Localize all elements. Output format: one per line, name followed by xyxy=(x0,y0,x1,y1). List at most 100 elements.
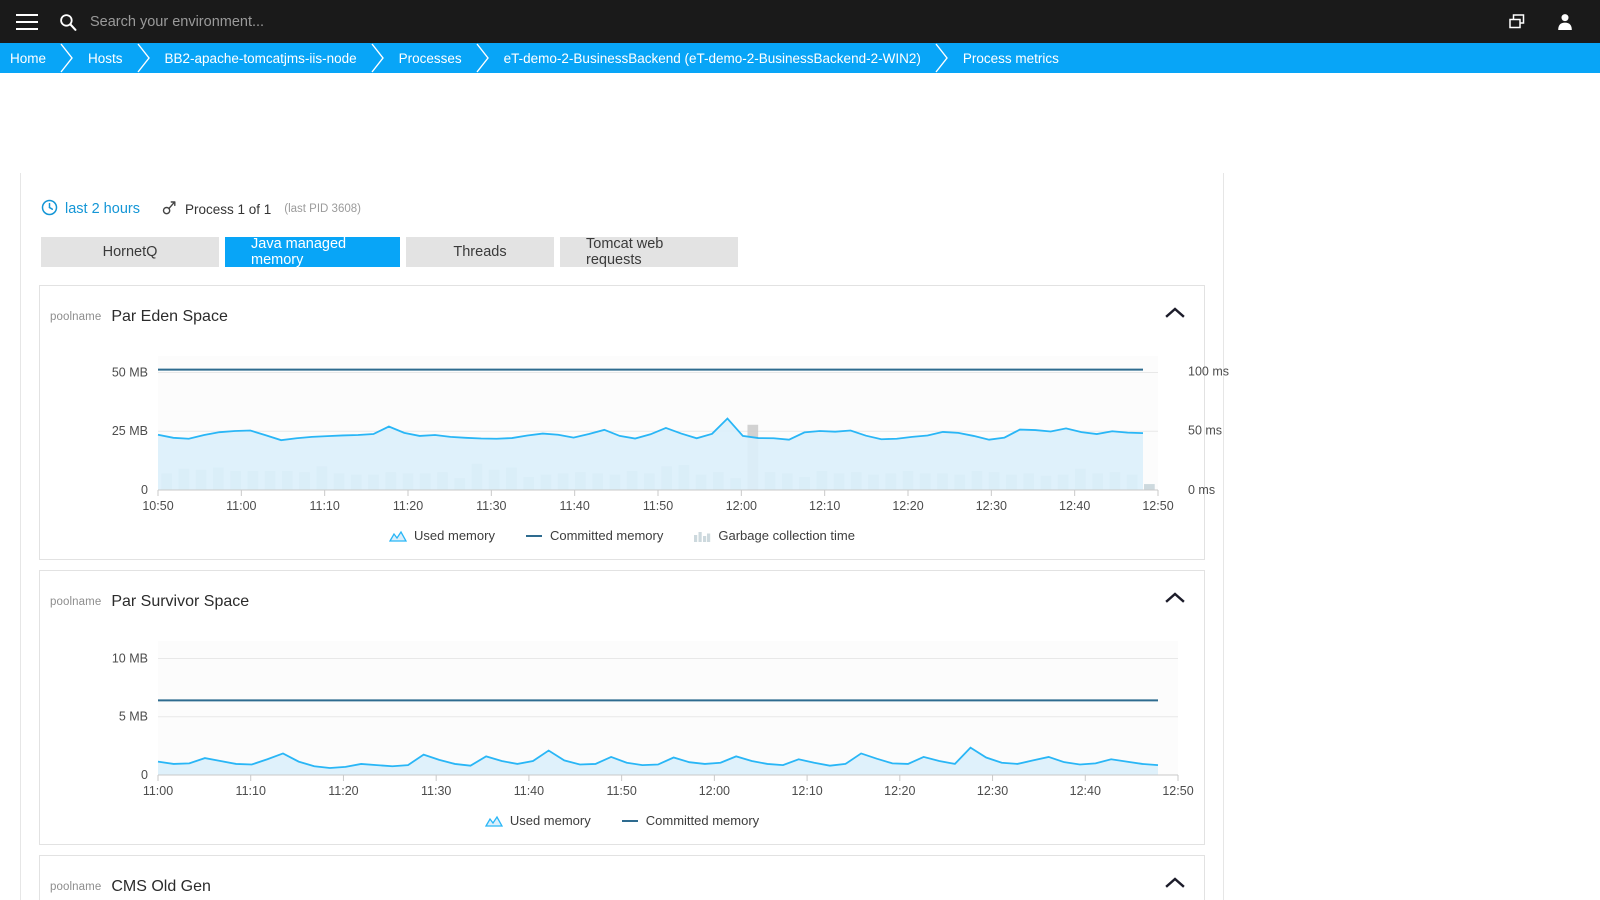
x-axis-tick: 11:30 xyxy=(421,784,451,798)
x-axis-tick: 12:00 xyxy=(699,784,730,798)
timerange-selector[interactable]: last 2 hours xyxy=(41,199,140,219)
y-axis-left-tick: 10 MB xyxy=(112,651,148,665)
poolname-label: poolname xyxy=(50,881,102,893)
process-icon xyxy=(162,200,178,219)
page-body: last 2 hours Process 1 of 1 (last PID 36… xyxy=(0,73,1600,900)
legend-item-used-memory[interactable]: Used memory xyxy=(389,528,495,543)
breadcrumb-item-1[interactable]: Home xyxy=(0,43,59,73)
y-axis-left-tick: 25 MB xyxy=(112,424,148,438)
x-axis-tick: 12:20 xyxy=(884,784,915,798)
x-axis-tick: 11:00 xyxy=(143,784,173,798)
x-axis-tick: 12:20 xyxy=(892,499,923,513)
metric-tabs: HornetQ Java managed memory Threads Tomcat … xyxy=(39,236,1205,268)
legend-label: Committed memory xyxy=(549,528,664,543)
user-avatar-icon[interactable] xyxy=(1554,11,1576,33)
legend-label: Used memory xyxy=(509,813,591,828)
process-count-label: Process 1 of 1 xyxy=(184,201,272,217)
breadcrumb-item-2[interactable]: Hosts xyxy=(75,43,136,73)
top-navigation-bar xyxy=(0,0,1600,43)
poolname-label: poolname xyxy=(50,311,102,323)
x-axis-tick: 12:50 xyxy=(1142,499,1173,513)
area-chart-icon xyxy=(484,814,503,828)
gc-time-bar xyxy=(1144,484,1155,490)
legend-item-garbage-collection-time[interactable]: Garbage collection time xyxy=(693,528,855,543)
windows-copy-icon[interactable] xyxy=(1506,11,1528,33)
x-axis-tick: 10:50 xyxy=(142,499,173,513)
legend-label: Used memory xyxy=(414,528,495,543)
chevron-up-icon[interactable] xyxy=(1164,872,1186,894)
breadcrumb-separator-icon xyxy=(370,43,386,73)
poolname-label: poolname xyxy=(50,596,102,608)
x-axis-tick: 11:40 xyxy=(559,499,589,513)
chart-par-survivor-space: 0 5 MB 10 MB 11:00 11:10 11:20 11:30 11:40 11:50… xyxy=(112,641,1194,798)
search-icon[interactable] xyxy=(58,12,78,32)
legend-item-used-memory[interactable]: Used memory xyxy=(484,813,591,828)
x-axis-tick: 12:00 xyxy=(726,499,757,513)
chart-legend: Used memory Committed memory Garbage colle… xyxy=(40,522,1204,559)
topbar-actions xyxy=(1506,11,1576,33)
x-axis-tick: 12:30 xyxy=(977,784,1008,798)
y-axis-right-tick: 100 ms xyxy=(1188,364,1229,378)
hamburger-menu-icon[interactable] xyxy=(16,13,38,30)
search-input[interactable] xyxy=(90,13,510,30)
y-axis-right-tick: 0 ms xyxy=(1188,483,1215,497)
x-axis-tick: 11:20 xyxy=(393,499,423,513)
breadcrumb-item-5[interactable]: eT-demo-2-BusinessBackend (eT-demo-2-Bus… xyxy=(491,43,934,73)
timerange-label: last 2 hours xyxy=(65,201,140,217)
x-axis-tick: 12:40 xyxy=(1059,499,1090,513)
process-pid-label: (last PID 3608) xyxy=(284,203,361,215)
chart-card-header: poolname Par Eden Space xyxy=(40,286,1204,332)
x-axis-tick: 11:50 xyxy=(643,499,673,513)
poolname-value: Par Survivor Space xyxy=(111,593,250,610)
chart-card-par-survivor-space: poolname Par Survivor Space 0 5 MB 10 MB 11:0… xyxy=(39,570,1205,845)
y-axis-left-tick: 5 MB xyxy=(119,710,148,724)
x-axis-tick: 11:40 xyxy=(514,784,544,798)
x-axis-tick: 12:30 xyxy=(976,499,1007,513)
metrics-meta-row: last 2 hours Process 1 of 1 (last PID 36… xyxy=(39,191,1205,219)
breadcrumb-separator-icon xyxy=(475,43,491,73)
legend-item-committed-memory[interactable]: Committed memory xyxy=(621,813,759,828)
chart-plot-area[interactable]: 0 25 MB 50 MB 0 ms 50 ms 100 ms 10:50 11:00 11:1… xyxy=(40,332,1229,522)
tab-tomcat-web-requests[interactable]: Tomcat web requests xyxy=(560,236,738,268)
x-axis-tick: 11:30 xyxy=(476,499,506,513)
y-axis-left-tick: 0 xyxy=(141,483,148,497)
clock-icon xyxy=(41,199,58,219)
chevron-up-icon[interactable] xyxy=(1164,302,1186,324)
process-selector[interactable]: Process 1 of 1 (last PID 3608) xyxy=(162,200,361,219)
poolname-value: Par Eden Space xyxy=(111,308,228,325)
tab-threads[interactable]: Threads xyxy=(406,237,554,267)
legend-label: Committed memory xyxy=(645,813,760,828)
legend-label: Garbage collection time xyxy=(718,528,855,543)
chevron-up-icon[interactable] xyxy=(1164,587,1186,609)
bar-chart-icon xyxy=(693,529,711,543)
content-panel: last 2 hours Process 1 of 1 (last PID 36… xyxy=(20,173,1229,900)
x-axis-tick: 12:40 xyxy=(1070,784,1101,798)
global-search xyxy=(58,12,1506,32)
x-axis-tick: 11:10 xyxy=(309,499,339,513)
breadcrumb-separator-icon xyxy=(59,43,75,73)
y-axis-left-tick: 50 MB xyxy=(112,365,148,379)
x-axis-tick: 12:10 xyxy=(791,784,822,798)
breadcrumb-separator-icon xyxy=(934,43,950,73)
y-axis-right-tick: 50 ms xyxy=(1188,424,1222,438)
poolname-value: CMS Old Gen xyxy=(111,878,211,895)
breadcrumb-item-4[interactable]: Processes xyxy=(386,43,475,73)
breadcrumb-item-3[interactable]: BB2-apache-tomcatjms-iis-node xyxy=(152,43,370,73)
line-chart-icon xyxy=(525,529,543,543)
breadcrumb-item-6: Process metrics xyxy=(962,50,1059,66)
chart-card-list: poolname Par Eden Space 0 25 MB 50 MB 0 ms 50 … xyxy=(39,285,1229,900)
tab-java-managed-memory[interactable]: Java managed memory xyxy=(225,236,400,268)
chart-plot-area[interactable]: 0 5 MB 10 MB 11:00 11:10 11:20 11:30 11:40 11:50… xyxy=(40,617,1204,807)
line-chart-icon xyxy=(621,814,639,828)
tab-hornetq[interactable]: HornetQ xyxy=(41,237,219,267)
legend-item-committed-memory[interactable]: Committed memory xyxy=(525,528,663,543)
breadcrumb: Home Hosts BB2-apache-tomcatjms-iis-node Pr… xyxy=(0,43,1600,73)
chart-card-cms-old-gen: poolname CMS Old Gen xyxy=(39,855,1205,900)
area-chart-icon xyxy=(389,529,408,543)
breadcrumb-separator-icon xyxy=(136,43,152,73)
chart-card-par-eden-space: poolname Par Eden Space 0 25 MB 50 MB 0 ms 50 … xyxy=(39,285,1229,560)
x-axis-tick: 11:10 xyxy=(236,784,266,798)
y-axis-left-tick: 0 xyxy=(141,768,148,782)
chart-card-header: poolname CMS Old Gen xyxy=(40,856,1204,900)
x-axis-tick: 11:20 xyxy=(328,784,358,798)
